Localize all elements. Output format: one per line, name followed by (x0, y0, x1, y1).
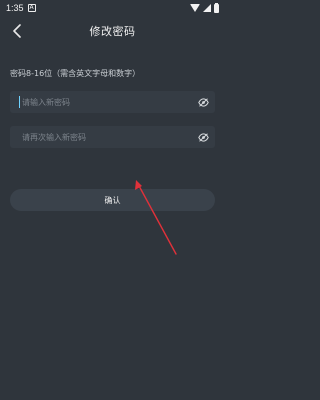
page-title: 修改密码 (89, 25, 136, 38)
confirm-password-input[interactable] (20, 132, 197, 142)
wifi-icon (190, 4, 200, 12)
change-password-screen: 1:35 A 修改密码 密码8-16位（需含英文字母和数字） 确认 (0, 0, 225, 400)
confirm-button[interactable]: 确认 (10, 189, 215, 211)
toggle-visibility-button[interactable] (197, 131, 209, 143)
header: 修改密码 (0, 16, 225, 46)
toggle-visibility-button[interactable] (197, 96, 209, 108)
confirm-password-field[interactable] (10, 126, 215, 148)
battery-icon (214, 2, 219, 13)
status-time: 1:35 (6, 3, 24, 13)
back-button[interactable] (8, 22, 26, 40)
password-rule-hint: 密码8-16位（需含英文字母和数字） (10, 69, 141, 78)
eye-off-icon (197, 97, 209, 107)
text-caret (19, 96, 20, 108)
new-password-input[interactable] (20, 97, 197, 107)
chevron-left-icon (13, 24, 21, 38)
status-icons (190, 2, 219, 13)
eye-off-icon (197, 132, 209, 142)
new-password-field[interactable] (10, 91, 215, 113)
signal-icon (203, 4, 211, 12)
status-bar: 1:35 A (0, 0, 225, 16)
notification-icon: A (27, 4, 36, 12)
